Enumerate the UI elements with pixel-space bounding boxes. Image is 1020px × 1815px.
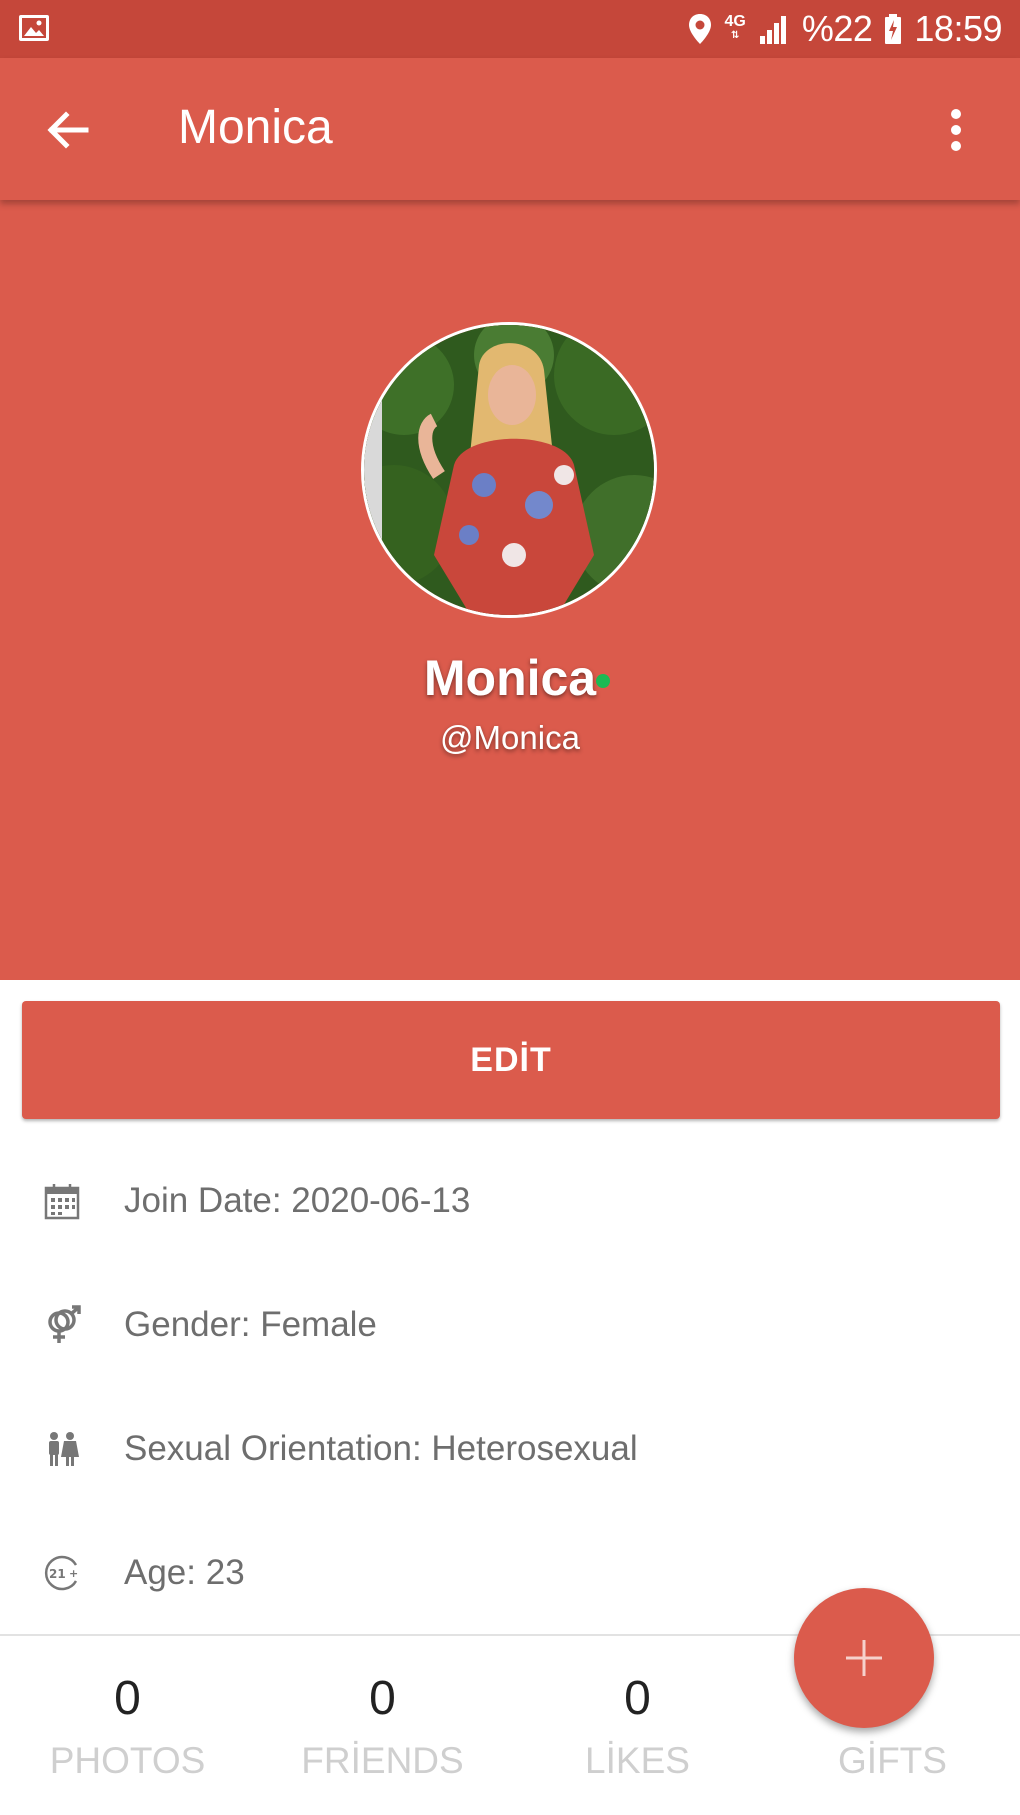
add-fab-button[interactable] [794, 1588, 934, 1728]
svg-text:+: + [69, 1567, 78, 1580]
edit-profile-button[interactable]: EDİT [22, 1001, 1000, 1119]
network-type-label: 4G ⇅ [724, 13, 746, 42]
stat-value: 0 [624, 1672, 651, 1725]
stat-label: LİKES [585, 1740, 690, 1781]
profile-name: Monica [423, 650, 597, 706]
age-21-plus-icon: 21 + [44, 1555, 78, 1591]
info-row-orientation: Sexual Orientation: Heterosexual [0, 1409, 1020, 1489]
battery-charging-icon [885, 14, 902, 44]
join-date-text: Join Date: 2020-06-13 [124, 1181, 471, 1220]
clock: 18:59 [914, 8, 1002, 49]
stat-value: 0 [114, 1672, 141, 1725]
info-row-gender: Gender: Female [0, 1285, 1020, 1365]
plus-icon [846, 1640, 882, 1676]
location-icon [688, 14, 711, 44]
online-status-dot [596, 674, 610, 688]
profile-username: @Monica [440, 719, 580, 756]
more-vert-icon[interactable] [928, 102, 984, 158]
stat-photos[interactable]: 0 PHOTOS [0, 1636, 255, 1815]
age-text: Age: 23 [124, 1553, 245, 1592]
couple-icon [49, 1432, 79, 1466]
gender-text: Gender: Female [124, 1305, 377, 1344]
back-arrow-icon[interactable] [40, 102, 96, 158]
profile-header: Monica @Monica [0, 200, 1020, 980]
avatar[interactable] [361, 322, 657, 618]
status-bar: 4G ⇅ %22 18:59 [0, 0, 1020, 58]
app-bar-title: Monica [178, 101, 333, 154]
avatar-photo [364, 325, 654, 615]
gender-icon [48, 1305, 81, 1343]
stat-label: PHOTOS [49, 1740, 206, 1781]
battery-percent: %22 [801, 8, 873, 49]
orientation-text: Sexual Orientation: Heterosexual [124, 1429, 638, 1468]
stat-likes[interactable]: 0 LİKES [510, 1636, 765, 1815]
stat-label: GİFTS [838, 1740, 947, 1781]
stat-label: FRİENDS [301, 1740, 464, 1781]
stat-friends[interactable]: 0 FRİENDS [255, 1636, 510, 1815]
image-icon [19, 15, 49, 41]
signal-icon [759, 16, 786, 44]
calendar-icon [44, 1184, 80, 1220]
status-bar-right: 4G ⇅ %22 18:59 [687, 0, 1002, 58]
stat-value: 0 [369, 1672, 396, 1725]
info-row-join-date: Join Date: 2020-06-13 [0, 1161, 1020, 1241]
svg-text:21: 21 [49, 1567, 66, 1581]
app-bar: Monica [0, 58, 1020, 200]
